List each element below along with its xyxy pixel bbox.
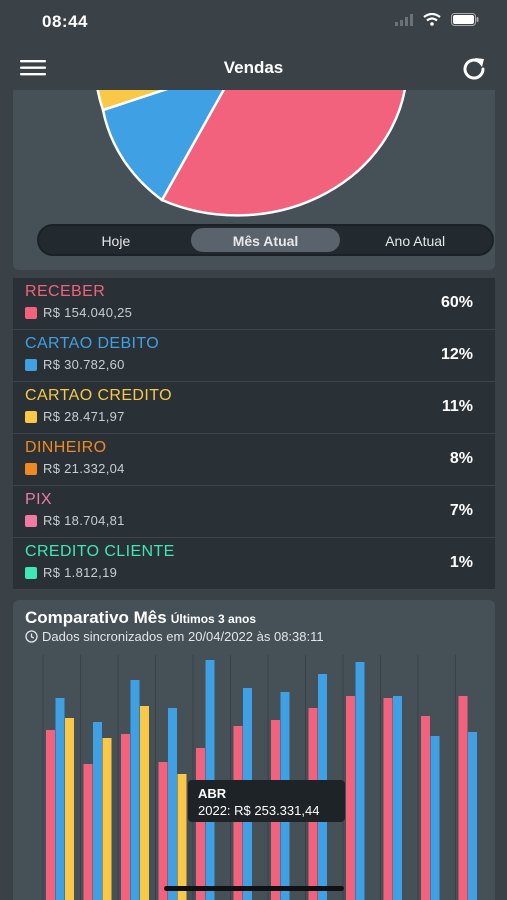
clock-icon xyxy=(25,630,38,643)
bar-series-1-2[interactable] xyxy=(130,680,140,900)
list-item[interactable]: DINHEIRO R$ 21.332,04 8% xyxy=(13,434,495,486)
payment-value-wrap: R$ 1.812,19 xyxy=(25,565,117,580)
sync-text: Dados sincronizados em 20/04/2022 às 08:… xyxy=(42,629,324,644)
comparativo-title: Comparativo Mês Últimos 3 anos xyxy=(25,608,256,628)
color-swatch xyxy=(25,358,37,371)
payment-name: CARTAO CREDITO xyxy=(25,387,172,404)
payment-percent: 1% xyxy=(449,554,473,571)
payment-value-wrap: R$ 154.040,25 xyxy=(25,305,132,320)
bar-series-0-4[interactable] xyxy=(196,748,205,900)
payment-value-wrap: R$ 28.471,97 xyxy=(25,409,125,424)
signal-icon xyxy=(395,13,413,26)
payment-value: R$ 28.471,97 xyxy=(43,409,125,424)
payment-percent: 60% xyxy=(440,294,473,311)
comparativo-title-text: Comparativo Mês xyxy=(25,608,167,627)
bar-series-1-1[interactable] xyxy=(93,722,102,900)
chart-tooltip: ABR 2022: R$ 253.331,44 xyxy=(188,780,345,822)
list-item[interactable]: CARTAO DEBITO R$ 30.782,60 12% xyxy=(13,330,495,382)
payment-name: CARTAO DEBITO xyxy=(25,335,160,352)
payment-name: RECEBER xyxy=(25,283,106,300)
list-item[interactable]: PIX R$ 18.704,81 7% xyxy=(13,486,495,538)
payment-value-wrap: R$ 21.332,04 xyxy=(25,461,125,476)
payment-value-wrap: R$ 18.704,81 xyxy=(25,513,125,528)
status-icons xyxy=(395,13,479,26)
page-title: Vendas xyxy=(223,58,284,77)
wifi-icon xyxy=(423,13,441,26)
tab-ano-atual[interactable]: Ano Atual xyxy=(340,228,490,252)
payment-name: CREDITO CLIENTE xyxy=(25,543,175,560)
payment-value: R$ 154.040,25 xyxy=(43,305,133,320)
bar-series-1-9[interactable] xyxy=(393,696,402,900)
bar-series-0-9[interactable] xyxy=(383,698,393,900)
refresh-button[interactable] xyxy=(459,54,489,84)
status-bar: 08:44 xyxy=(0,0,507,44)
bar-series-2-1[interactable] xyxy=(102,738,112,900)
payment-value: R$ 1.812,19 xyxy=(43,565,118,580)
comparativo-card: Comparativo Mês Últimos 3 anos Dados sinc… xyxy=(13,600,495,900)
bar-series-0-11[interactable] xyxy=(458,696,468,900)
payment-value-wrap: R$ 30.782,60 xyxy=(25,357,125,372)
bar-series-2-2[interactable] xyxy=(140,706,149,900)
bar-series-1-8[interactable] xyxy=(355,662,365,900)
tab-mes-atual[interactable]: Mês Atual xyxy=(190,228,341,252)
list-item[interactable]: CREDITO CLIENTE R$ 1.812,19 1% xyxy=(13,538,495,590)
nav-bar: Vendas xyxy=(0,44,507,90)
color-swatch xyxy=(25,566,37,579)
comparativo-bar-chart xyxy=(42,655,477,900)
payment-value: R$ 18.704,81 xyxy=(43,513,125,528)
bar-series-0-8[interactable] xyxy=(346,696,355,900)
pie-chart xyxy=(96,90,406,217)
bar-series-0-10[interactable] xyxy=(421,716,430,900)
payment-percent: 12% xyxy=(440,346,473,363)
bar-series-1-10[interactable] xyxy=(430,736,440,900)
period-segmented-control: Hoje Mês Atual Ano Atual xyxy=(37,224,494,256)
pie-card: Hoje Mês Atual Ano Atual xyxy=(13,90,495,270)
payment-percent: 7% xyxy=(449,502,473,519)
bar-series-0-1[interactable] xyxy=(83,764,93,900)
bar-series-0-0[interactable] xyxy=(46,730,55,900)
bar-series-2-0[interactable] xyxy=(65,718,74,900)
tab-hoje[interactable]: Hoje xyxy=(41,228,191,252)
list-item[interactable]: CARTAO CREDITO R$ 28.471,97 11% xyxy=(13,382,495,434)
status-time: 08:44 xyxy=(42,12,88,31)
bar-series-1-3[interactable] xyxy=(168,708,177,900)
tooltip-value: 2022: R$ 253.331,44 xyxy=(198,803,320,818)
battery-icon xyxy=(451,13,479,26)
bar-series-0-3[interactable] xyxy=(158,762,168,900)
bar-series-2-3[interactable] xyxy=(177,774,187,900)
home-indicator xyxy=(164,886,344,891)
sync-info: Dados sincronizados em 20/04/2022 às 08:… xyxy=(25,629,324,644)
color-swatch xyxy=(25,410,37,423)
payment-percent: 8% xyxy=(449,450,473,467)
tooltip-month: ABR xyxy=(198,786,227,801)
color-swatch xyxy=(25,514,37,527)
list-item[interactable]: RECEBER R$ 154.040,25 60% xyxy=(13,278,495,330)
payment-name: PIX xyxy=(25,491,52,508)
color-swatch xyxy=(25,306,37,319)
payment-value: R$ 30.782,60 xyxy=(43,357,125,372)
color-swatch xyxy=(25,462,37,475)
bar-series-1-0[interactable] xyxy=(55,698,65,900)
payment-list: RECEBER R$ 154.040,25 60% CARTAO DEBITO … xyxy=(13,278,495,590)
payment-name: DINHEIRO xyxy=(25,439,107,456)
payment-percent: 11% xyxy=(441,398,473,415)
bar-series-1-11[interactable] xyxy=(468,732,477,900)
comparativo-subtitle: Últimos 3 anos xyxy=(170,612,257,626)
bar-series-0-2[interactable] xyxy=(121,734,130,900)
payment-value: R$ 21.332,04 xyxy=(43,461,125,476)
refresh-icon xyxy=(463,58,485,80)
